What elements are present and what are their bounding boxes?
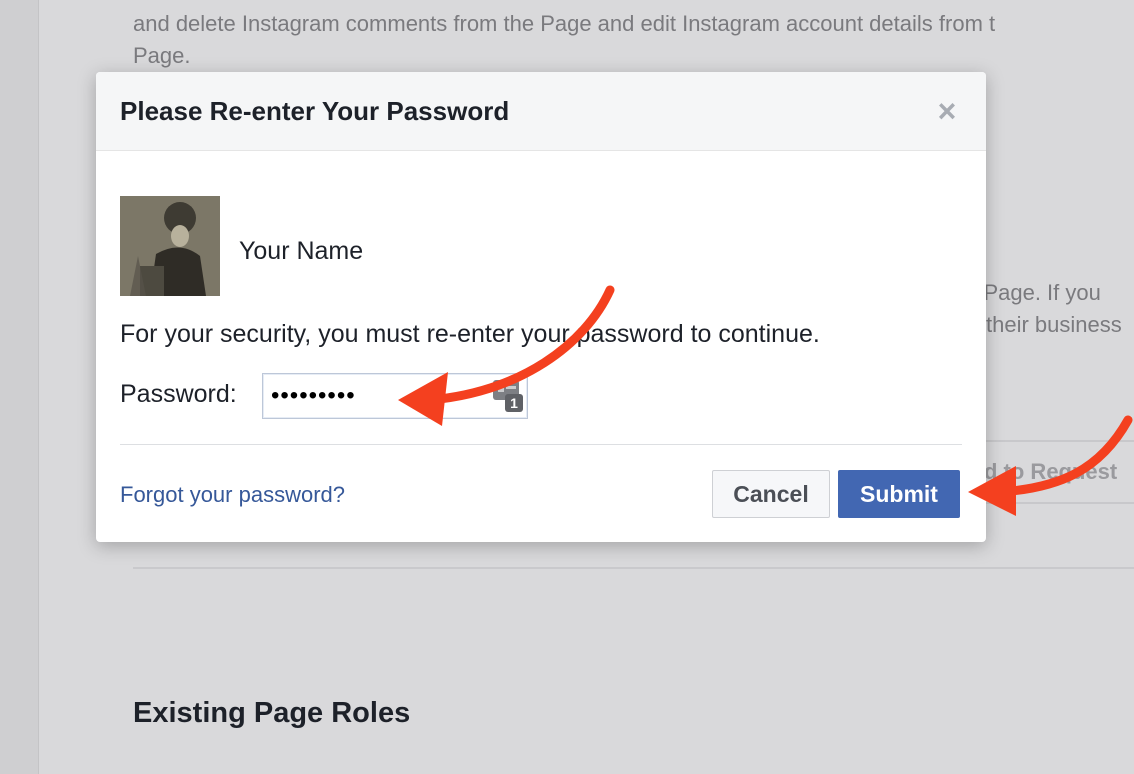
reenter-password-dialog: Please Re-enter Your Password × Your Nam…: [96, 72, 986, 542]
password-label: Password:: [120, 380, 237, 408]
submit-button[interactable]: Submit: [838, 470, 960, 518]
background-text-line: their business: [986, 312, 1122, 337]
password-input[interactable]: [262, 373, 528, 419]
background-sidebar: [0, 0, 39, 774]
dialog-header: Please Re-enter Your Password ×: [96, 72, 986, 151]
security-message: For your security, you must re-enter you…: [120, 320, 820, 348]
user-name: Your Name: [239, 237, 364, 265]
forgot-password-link[interactable]: Forgot your password?: [120, 482, 345, 508]
password-manager-badge: 1: [510, 395, 518, 411]
background-divider: [133, 567, 1134, 569]
cancel-button[interactable]: Cancel: [712, 470, 830, 518]
password-manager-icon[interactable]: 1: [491, 378, 525, 414]
dialog-title: Please Re-enter Your Password: [120, 96, 510, 126]
existing-page-roles-heading: Existing Page Roles: [133, 697, 411, 729]
background-text-line: and delete Instagram comments from the P…: [133, 11, 996, 36]
background-request-button: d to Request: [966, 440, 1134, 504]
close-icon[interactable]: ×: [932, 93, 962, 129]
background-text-line: Page.: [133, 43, 191, 68]
avatar: [120, 196, 220, 296]
background-text-line: r Page. If you: [970, 280, 1101, 305]
footer-divider: [120, 444, 962, 445]
